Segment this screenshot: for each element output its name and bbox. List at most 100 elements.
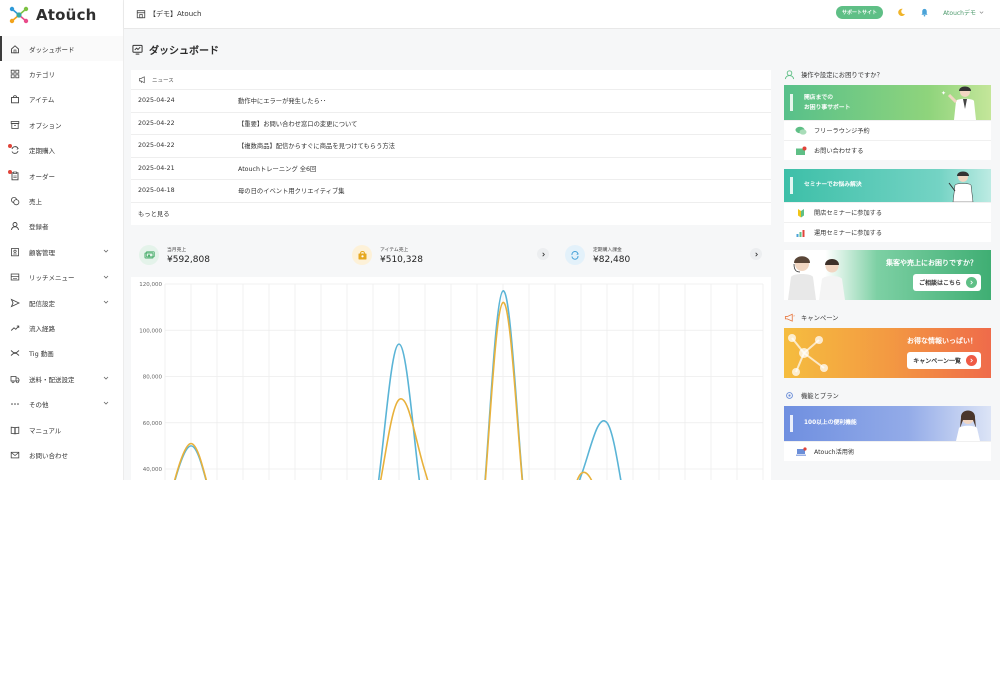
sidebar-item-13[interactable]: 送料・配送設定 (0, 366, 123, 391)
sidebar-item-1[interactable]: カテゴリ (0, 61, 123, 86)
stat-card: アイテム売上 ¥510,328 (344, 237, 557, 273)
repeat-icon (8, 144, 20, 155)
sidebar-item-16[interactable]: お問い合わせ (0, 442, 123, 467)
sidebar-item-label: オプション (29, 121, 62, 130)
bag-icon (10, 94, 20, 104)
plan-section-title: 機能とプラン (784, 387, 992, 403)
grid-icon (10, 69, 20, 79)
chevron-right-icon[interactable] (537, 248, 549, 260)
moon-icon[interactable] (897, 8, 906, 17)
notification-dot (8, 169, 12, 174)
mail-icon (10, 450, 20, 460)
seminar-banner-text: セミナーでお悩み解決 (804, 182, 862, 188)
bell-icon[interactable] (920, 8, 929, 17)
user-icon (10, 221, 20, 231)
sidebar: Atoüch ダッシュボードカテゴリ アイテムオプション定期購入オーダー売上登録者… (0, 0, 124, 480)
consult-button[interactable]: ご相談はこちら (912, 274, 981, 291)
clipboard-icon (8, 169, 20, 181)
news-row[interactable]: 2025-04-21 Atouchトレーニング 全6回 (131, 158, 771, 180)
box-icon (10, 120, 20, 130)
sidebar-item-5[interactable]: オーダー (0, 163, 123, 188)
sidebar-item-7[interactable]: 登録者 (0, 214, 123, 239)
plan-banner[interactable]: 100以上の便利機能 (784, 406, 991, 441)
sidebar-item-label: お問い合わせ (29, 451, 68, 460)
help-banner[interactable]: 開店までの お困り事サポート ✦ (784, 85, 991, 120)
sidebar-item-9[interactable]: リッチメニュー (0, 265, 123, 290)
consult-promo-banner[interactable]: 集客や売上にお困りですか？ ご相談はこちら (784, 250, 991, 300)
operation-seminar-label: 運用セミナーに参加する (814, 230, 883, 237)
sidebar-item-2[interactable]: アイテム (0, 87, 123, 112)
news-row[interactable]: 2025-04-22 【重要】お問い合わせ窓口の変更について (131, 113, 771, 135)
campaign-list-button[interactable]: キャンペーン一覧 (907, 352, 981, 369)
sidebar-item-label: ダッシュボード (29, 45, 75, 54)
chevron-right-icon[interactable] (750, 248, 762, 260)
sidebar-item-11[interactable]: 流入経路 (0, 315, 123, 340)
arrow-right-icon (966, 277, 977, 288)
news-date: 2025-04-21 (138, 164, 175, 172)
sidebar-item-6[interactable]: 売上 (0, 188, 123, 213)
staff-illustration-icon: ✦ (941, 86, 976, 120)
news-header: ニュース (131, 70, 771, 90)
sidebar-item-3[interactable]: オプション (0, 112, 123, 137)
news-row[interactable]: 2025-04-24 動作中にエラーが発生したら･･ (131, 90, 771, 113)
operation-seminar-link[interactable]: 運用セミナーに参加する (784, 222, 991, 242)
news-title: 【重要】お問い合わせ窓口の変更について (238, 120, 358, 128)
sidebar-item-10[interactable]: 配信設定 (0, 290, 123, 315)
sidebar-item-label: 売上 (29, 198, 42, 207)
support-agent-icon (784, 69, 795, 79)
campaign-megaphone-icon (784, 313, 795, 322)
chevron-down-icon (979, 11, 984, 14)
bag-icon (352, 245, 372, 265)
stat-label: 定期購入課金 (593, 247, 622, 253)
news-more-link[interactable]: もっと見る (131, 203, 771, 225)
laptop-icon (796, 446, 807, 456)
tig-icon (10, 348, 20, 358)
sidebar-item-8[interactable]: 顧客管理 (0, 239, 123, 264)
support-site-button[interactable]: サポートサイト (836, 6, 884, 19)
stat-value: ¥592,808 (167, 254, 210, 265)
lounge-reservation-link[interactable]: フリーラウンジ予約 (784, 120, 991, 140)
news-title: 動作中にエラーが発生したら･･ (238, 98, 327, 106)
help-section-title: 操作や設定にお困りですか？ (784, 66, 992, 82)
dashboard-icon (132, 44, 143, 55)
series-line-1 (173, 301, 593, 480)
sidebar-item-label: 定期購入 (29, 147, 55, 156)
opening-seminar-label: 開店セミナーに参加する (814, 210, 883, 217)
store-name: 【デモ】Atouch (149, 10, 202, 18)
campaign-promo-banner[interactable]: お得な情報いっぱい！ キャンペーン一覧 (784, 328, 991, 378)
chat-icon (795, 126, 807, 135)
news-title: 母の日のイベント用クリエイティブ集 (238, 188, 345, 196)
opening-seminar-link[interactable]: 開店セミナーに参加する (784, 202, 991, 222)
sidebar-item-4[interactable]: 定期購入 (0, 138, 123, 163)
news-heading: ニュース (152, 77, 174, 84)
operators-illustration-icon (788, 256, 845, 300)
consult-promo-text: 集客や売上にお困りですか？ (886, 259, 977, 267)
sidebar-item-14[interactable]: その他 (0, 391, 123, 416)
sidebar-item-15[interactable]: マニュアル (0, 417, 123, 442)
news-title: 【複数商品】配信からすぐに商品を見つけてもらう方法 (238, 143, 395, 151)
megaphone-icon (138, 76, 145, 84)
user-menu[interactable]: Atouchデモ (943, 8, 984, 17)
chart-bar-icon (796, 229, 805, 237)
seminar-banner[interactable]: セミナーでお悩み解決 (784, 169, 991, 202)
brand-logo[interactable]: Atoüch (0, 0, 123, 30)
sidebar-item-0[interactable]: ダッシュボード (0, 36, 123, 62)
sidebar-item-label: 顧客管理 (29, 248, 55, 257)
store-icon (136, 10, 146, 19)
contact-link[interactable]: お問い合わせする (784, 140, 991, 160)
store-selector[interactable]: 【デモ】Atouch (136, 9, 201, 19)
logo-mark-icon (8, 6, 30, 24)
brand-name: Atoüch (36, 6, 97, 24)
news-row[interactable]: 2025-04-22 【複数商品】配信からすぐに商品を見つけてもらう方法 (131, 135, 771, 158)
stats-bar: 当月売上 ¥592,808 アイテム売上 ¥510,328 定期購入課金 ¥82,480 (131, 237, 771, 273)
atouch-tips-link[interactable]: Atouch活用術 (784, 441, 991, 461)
news-row[interactable]: 2025-04-18 母の日のイベント用クリエイティブ集 (131, 180, 771, 203)
contact-label: お問い合わせする (814, 148, 864, 155)
woman-illustration-icon (956, 410, 980, 441)
sidebar-item-12[interactable]: Tig 動画 (0, 341, 123, 366)
series-line-0 (174, 290, 622, 480)
news-date: 2025-04-24 (138, 97, 175, 105)
stat-value: ¥510,328 (380, 254, 423, 265)
plan-title: 機能とプラン (801, 392, 839, 400)
features-gear-icon (786, 391, 793, 399)
